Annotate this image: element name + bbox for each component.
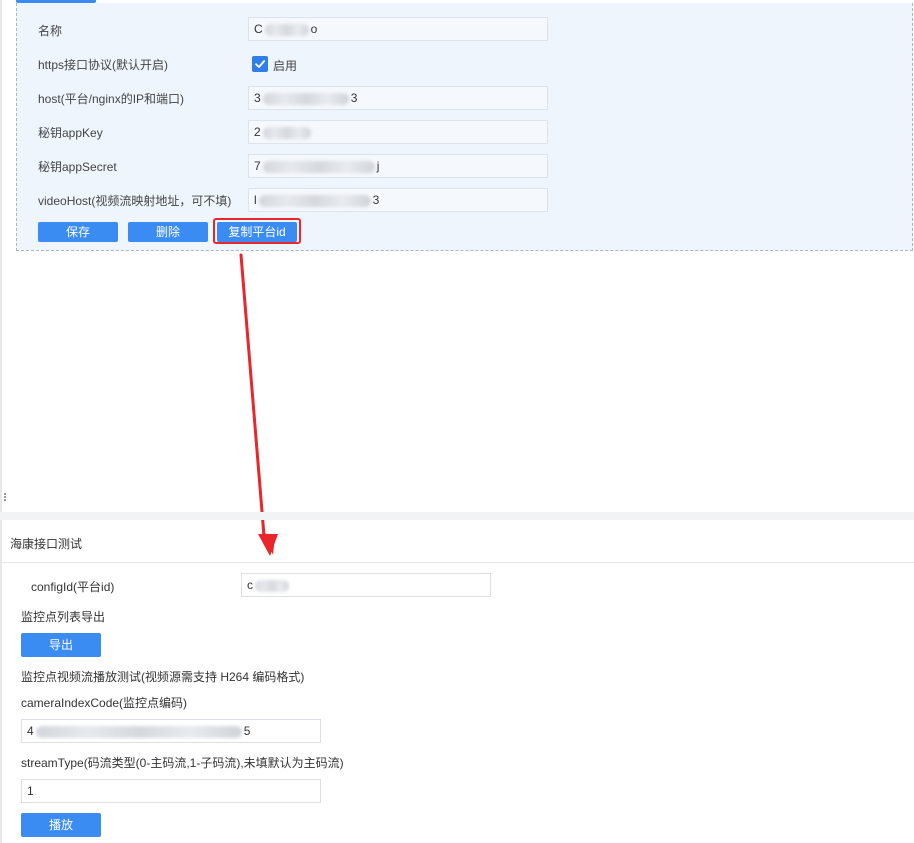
stream-type-input[interactable]: 1 [21,779,321,803]
camera-code-input[interactable]: 45 [21,719,321,743]
stream-type-label: streamType(码流类型(0-主码流,1-子码流),未填默认为主码流) [21,756,344,770]
config-id-label: configId(平台id) [31,580,115,594]
play-test-label: 监控点视频流播放测试(视频源需支持 H264 编码格式) [21,670,305,684]
resize-handle[interactable] [4,492,8,504]
config-id-input[interactable]: c [241,573,491,597]
export-button[interactable]: 导出 [21,633,101,657]
play-button[interactable]: 播放 [21,813,101,837]
export-label: 监控点列表导出 [21,610,106,624]
section-title: 海康接口测试 [10,537,83,551]
camera-code-label: cameraIndexCode(监控点编码) [21,696,188,710]
title-rule [0,562,914,563]
red-arrow-annotation [239,253,278,556]
section-divider [0,512,914,520]
redaction-blur [35,725,242,738]
redaction-blur [255,579,289,592]
